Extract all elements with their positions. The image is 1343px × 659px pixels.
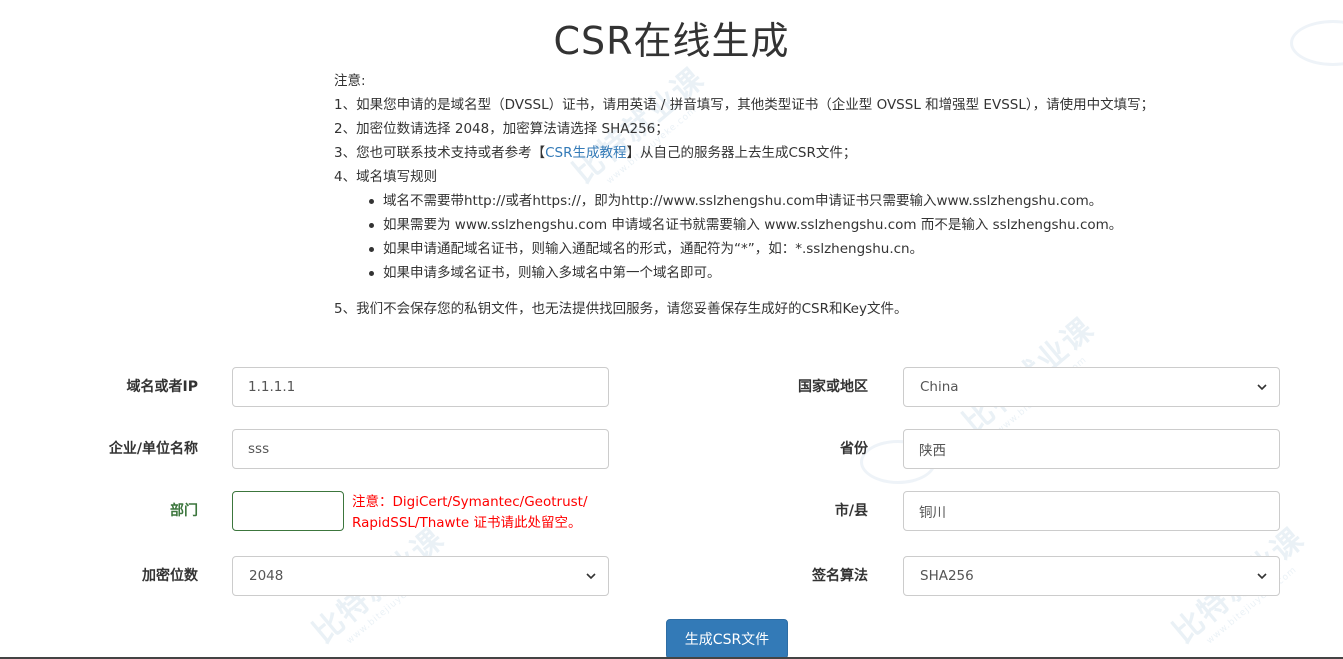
algorithm-select[interactable]: SHA256: [903, 556, 1280, 596]
department-warning-line-1: 注意：DigiCert/Symantec/Geotrust/: [352, 494, 588, 510]
note-item-3: 3、您也可联系技术支持或者参考【CSR生成教程】从自己的服务器上去生成CSR文件…: [334, 141, 1324, 165]
csr-tutorial-link[interactable]: CSR生成教程: [545, 145, 626, 161]
department-label: 部门: [170, 503, 198, 519]
chevron-down-icon: [1257, 573, 1267, 580]
chevron-down-icon: [1257, 384, 1267, 391]
note-item-3-pre: 3、您也可联系技术支持或者参考【: [334, 145, 546, 161]
bits-label: 加密位数: [142, 568, 198, 584]
algorithm-select-value: SHA256: [920, 568, 974, 584]
company-input[interactable]: [232, 429, 609, 469]
note-item-2: 2、加密位数请选择 2048，加密算法请选择 SHA256；: [334, 121, 669, 137]
generate-csr-button[interactable]: 生成CSR文件: [666, 619, 788, 659]
bits-select-value: 2048: [249, 568, 284, 584]
domain-rule: 如果申请多域名证书，则输入多域名中第一个域名即可。: [369, 261, 1324, 285]
page-title: CSR在线生成: [553, 19, 790, 63]
notes-heading: 注意:: [334, 73, 366, 89]
domain-label: 域名或者IP: [126, 379, 198, 395]
department-warning: 注意：DigiCert/Symantec/Geotrust/ RapidSSL/…: [352, 492, 642, 534]
country-label: 国家或地区: [798, 379, 868, 395]
note-item-5: 5、我们不会保存您的私钥文件，也无法提供找回服务，请您妥善保存生成好的CSR和K…: [334, 301, 908, 317]
note-item-3-post: 】从自己的服务器上去生成CSR文件；: [626, 145, 857, 161]
country-select[interactable]: China: [903, 367, 1280, 407]
city-input[interactable]: [903, 491, 1280, 531]
chevron-down-icon: [586, 573, 596, 580]
algorithm-label: 签名算法: [812, 568, 868, 584]
notes-section: 注意: 1、如果您申请的是域名型（DVSSL）证书，请用英语 / 拼音填写，其他…: [334, 69, 1324, 321]
province-label: 省份: [840, 441, 868, 457]
note-item-1: 1、如果您申请的是域名型（DVSSL）证书，请用英语 / 拼音填写，其他类型证书…: [334, 97, 1155, 113]
domain-input[interactable]: [232, 367, 609, 407]
city-label: 市/县: [834, 503, 868, 519]
domain-rule: 域名不需要带http://或者https://，即为http://www.ssl…: [369, 189, 1324, 213]
bits-select[interactable]: 2048: [232, 556, 609, 596]
domain-rule: 如果申请通配域名证书，则输入通配域名的形式，通配符为“*”，如：*.sslzhe…: [369, 237, 1324, 261]
note-item-4: 4、域名填写规则: [334, 169, 438, 185]
company-label: 企业/单位名称: [108, 441, 198, 457]
domain-rule: 如果需要为 www.sslzhengshu.com 申请域名证书就需要输入 ww…: [369, 213, 1324, 237]
country-select-value: China: [920, 379, 959, 395]
department-warning-line-2: RapidSSL/Thawte 证书请此处留空。: [352, 515, 582, 531]
domain-rules-list: 域名不需要带http://或者https://，即为http://www.ssl…: [334, 189, 1324, 285]
province-input[interactable]: [903, 429, 1280, 469]
department-input[interactable]: [232, 491, 344, 531]
